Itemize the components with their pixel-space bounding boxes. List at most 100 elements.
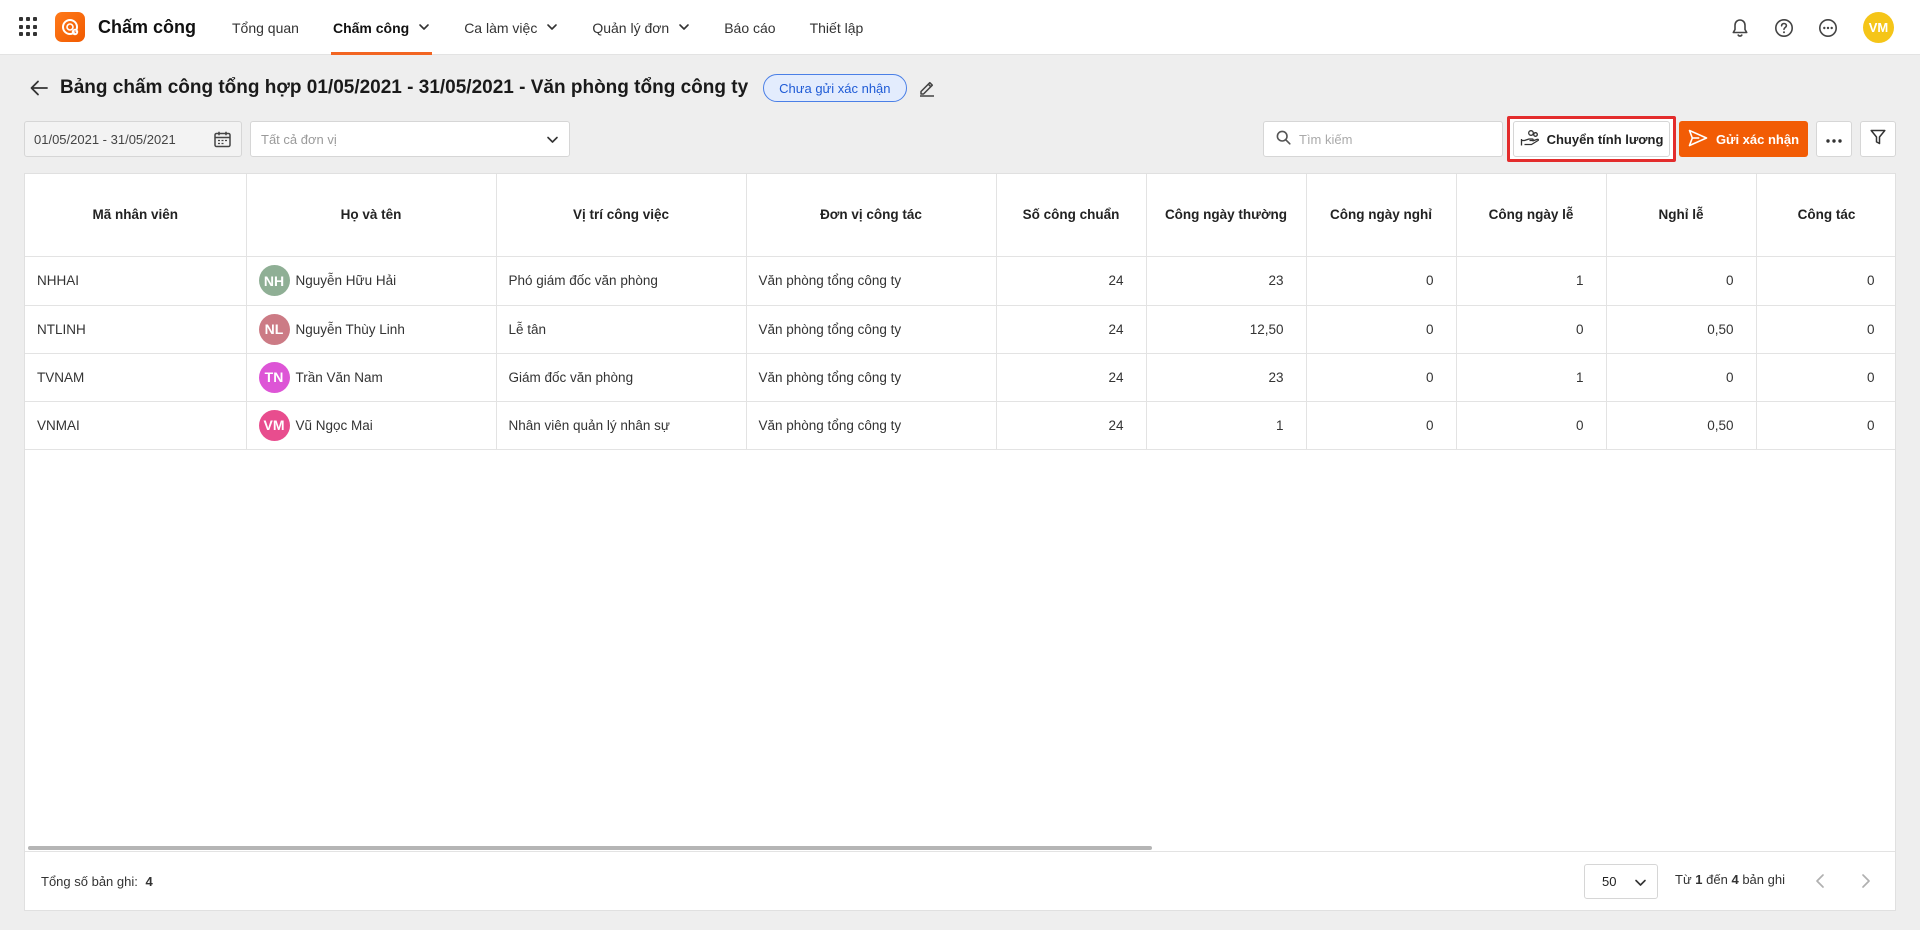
cell-holiday-off: 0,50 (1606, 401, 1757, 450)
range-prefix: Từ (1675, 872, 1692, 887)
nav-item-5[interactable]: Thiết lập (810, 0, 864, 55)
app-launcher-icon[interactable] (19, 17, 39, 37)
cell-holiday-off: 0 (1606, 256, 1757, 306)
cell-normal: 1 (1146, 401, 1307, 450)
filter-funnel-icon (1870, 129, 1886, 149)
chevron-down-icon (546, 133, 559, 149)
column-header[interactable]: Công ngày lễ (1456, 174, 1607, 257)
employee-name-cell: VM Vũ Ngọc Mai (246, 401, 497, 450)
page-title: Bảng chấm công tổng hợp 01/05/2021 - 31/… (60, 77, 749, 98)
chevron-down-icon (418, 20, 430, 36)
cell-normal: 23 (1146, 353, 1307, 402)
unit-select[interactable]: Tất cả đơn vị (250, 121, 570, 157)
search-input[interactable] (1299, 131, 1489, 147)
chevron-down-icon (678, 20, 690, 36)
cell-standard: 24 (996, 256, 1147, 306)
more-circle-icon[interactable] (1816, 16, 1840, 40)
next-page-chevron-icon[interactable] (1856, 870, 1876, 892)
table-row[interactable]: VNMAI VM Vũ Ngọc Mai Nhân viên quản lý nhân… (25, 401, 1895, 450)
total-records: Tổng số bản ghi: 4 (41, 874, 153, 889)
payroll-transfer-button[interactable]: Chuyển tính lương (1513, 121, 1670, 157)
column-header[interactable]: Vị trí công việc (496, 174, 747, 257)
column-header[interactable]: Nghỉ lễ (1606, 174, 1757, 257)
cell-unit: Văn phòng tổng công ty (746, 401, 997, 450)
employee-avatar: NL (258, 313, 290, 345)
filter-button[interactable] (1860, 121, 1896, 157)
app-title[interactable]: Chấm công (98, 17, 196, 38)
timesheet-table: Mã nhân viên Họ và tên Vị trí công việc Đơn… (25, 174, 1895, 450)
page-size-select[interactable]: 50 (1584, 864, 1658, 899)
table-row[interactable]: NTLINH NL Nguyễn Thùy Linh Lễ tân Văn phòng … (25, 305, 1895, 354)
help-icon[interactable] (1772, 16, 1796, 40)
cell-business: 0 (1756, 305, 1895, 354)
cell-business: 0 (1756, 401, 1895, 450)
chevron-down-icon (546, 20, 558, 36)
cell-normal: 23 (1146, 256, 1307, 306)
date-range-picker[interactable]: 01/05/2021 - 31/05/2021 (24, 121, 242, 157)
column-header[interactable]: Đơn vị công tác (746, 174, 997, 257)
employee-name-cell: TN Trần Văn Nam (246, 353, 497, 402)
column-header[interactable]: Họ và tên (246, 174, 497, 257)
column-header[interactable]: Số công chuẩn (996, 174, 1147, 257)
nav-item-1[interactable]: Chấm công (330, 0, 433, 55)
nav-item-label: Tổng quan (232, 19, 299, 36)
cell-position: Phó giám đốc văn phòng (496, 256, 747, 306)
range-from: 1 (1695, 872, 1703, 887)
range-to: 4 (1731, 872, 1739, 887)
send-confirmation-button[interactable]: Gửi xác nhận (1679, 121, 1808, 157)
cell-unit: Văn phòng tổng công ty (746, 353, 997, 402)
cell-standard: 24 (996, 401, 1147, 450)
nav-item-0[interactable]: Tổng quan (232, 0, 299, 55)
payroll-transfer-label: Chuyển tính lương (1546, 131, 1664, 147)
nav-item-label: Quản lý đơn (592, 19, 670, 36)
cell-position: Nhân viên quản lý nhân sự (496, 401, 747, 450)
cell-code: NTLINH (25, 305, 247, 354)
cell-holiday-work: 1 (1456, 256, 1607, 306)
column-header[interactable]: Công ngày thường (1146, 174, 1307, 257)
unit-select-placeholder: Tất cả đơn vị (261, 131, 337, 147)
more-actions-button[interactable] (1816, 121, 1852, 157)
column-header[interactable]: Công ngày nghỉ (1306, 174, 1457, 257)
employee-avatar: VM (258, 409, 290, 441)
user-avatar[interactable]: VM (1863, 12, 1894, 43)
edit-pencil-icon[interactable] (917, 78, 937, 98)
cell-code: TVNAM (25, 353, 247, 402)
nav-item-2[interactable]: Ca làm việc (464, 0, 558, 55)
cell-weekend: 0 (1306, 256, 1457, 306)
main-nav: Tổng quan Chấm công Ca làm việc Quản lý đơn… (232, 0, 897, 55)
employee-avatar: NH (258, 265, 290, 296)
bell-icon[interactable] (1728, 16, 1752, 40)
cell-standard: 24 (996, 305, 1147, 354)
cell-holiday-off: 0,50 (1606, 305, 1757, 354)
cell-weekend: 0 (1306, 353, 1457, 402)
cell-standard: 24 (996, 353, 1147, 402)
nav-item-4[interactable]: Báo cáo (724, 0, 775, 55)
table-body: NHHAI NH Nguyễn Hữu Hải Phó giám đốc văn ph… (25, 256, 1895, 450)
total-records-value: 4 (145, 874, 153, 889)
nav-item-3[interactable]: Quản lý đơn (592, 0, 690, 55)
app-logo-icon (55, 12, 85, 42)
cell-unit: Văn phòng tổng công ty (746, 305, 997, 354)
prev-page-chevron-icon[interactable] (1810, 870, 1830, 892)
column-header[interactable]: Công tác (1756, 174, 1895, 257)
send-confirmation-label: Gửi xác nhận (1715, 131, 1800, 147)
cell-position: Giám đốc văn phòng (496, 353, 747, 402)
cell-position: Lễ tân (496, 305, 747, 354)
employee-name-cell: NL Nguyễn Thùy Linh (246, 305, 497, 354)
send-icon (1688, 129, 1708, 150)
nav-item-label: Chấm công (332, 19, 410, 36)
column-header[interactable]: Mã nhân viên (25, 174, 247, 257)
horizontal-scrollbar[interactable] (28, 846, 1152, 850)
calendar-icon[interactable] (213, 130, 232, 152)
cell-holiday-work: 1 (1456, 353, 1607, 402)
table-row[interactable]: TVNAM TN Trần Văn Nam Giám đốc văn phòng Văn… (25, 353, 1895, 402)
back-arrow-icon[interactable] (28, 77, 50, 99)
cell-business: 0 (1756, 256, 1895, 306)
hand-coins-icon (1520, 129, 1540, 150)
range-mid: đến (1706, 872, 1728, 887)
table-row[interactable]: NHHAI NH Nguyễn Hữu Hải Phó giám đốc văn ph… (25, 256, 1895, 306)
title-row: Bảng chấm công tổng hợp 01/05/2021 - 31/… (28, 70, 937, 106)
pagination-range: Từ 1 đến 4 bản ghi (1675, 872, 1785, 887)
page-size-value: 50 (1602, 874, 1617, 889)
total-records-label: Tổng số bản ghi: (41, 874, 138, 889)
